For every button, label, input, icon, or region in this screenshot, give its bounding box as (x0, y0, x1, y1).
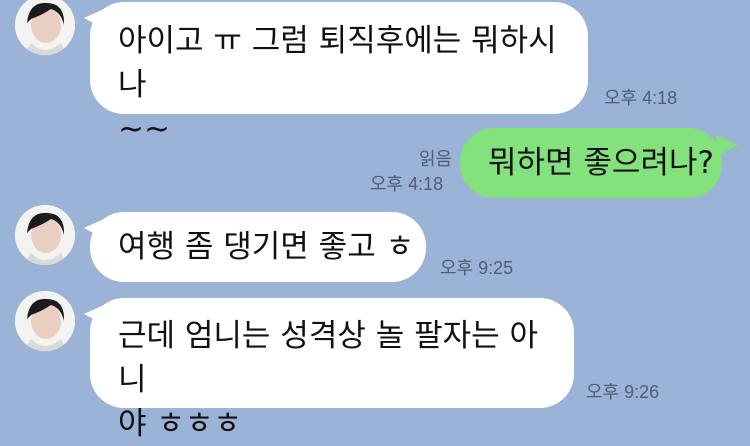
bubble-tail (716, 135, 738, 157)
read-receipt: 읽음 (419, 149, 453, 169)
sender-avatar[interactable] (15, 205, 75, 265)
profile-photo-icon (15, 0, 75, 55)
message-timestamp: 오후 4:18 (604, 88, 678, 108)
sender-avatar[interactable] (15, 291, 75, 351)
profile-photo-icon (15, 205, 75, 265)
message-bubble-incoming[interactable]: 근데 엄니는 성격상 놀 팔자는 아니 야 ㅎㅎㅎ (90, 298, 574, 442)
message-timestamp: 오후 9:25 (440, 258, 514, 278)
chat-area: 아이고 ㅠ 그럼 퇴직후에는 뭐하시나 ~~ 오후 4:18 읽음 오후 4:1… (0, 0, 750, 442)
message-bubble-outgoing[interactable]: 뭐하면 좋으려나? (460, 128, 722, 198)
sender-avatar[interactable] (15, 0, 75, 55)
message-bubble-incoming[interactable]: 아이고 ㅠ 그럼 퇴직후에는 뭐하시나 ~~ (90, 2, 588, 147)
profile-photo-icon (15, 291, 75, 351)
message-timestamp: 오후 4:18 (370, 174, 444, 194)
message-bubble-incoming[interactable]: 여행 좀 댕기면 좋고 ㅎ (90, 212, 426, 282)
message-timestamp: 오후 9:26 (586, 382, 660, 402)
